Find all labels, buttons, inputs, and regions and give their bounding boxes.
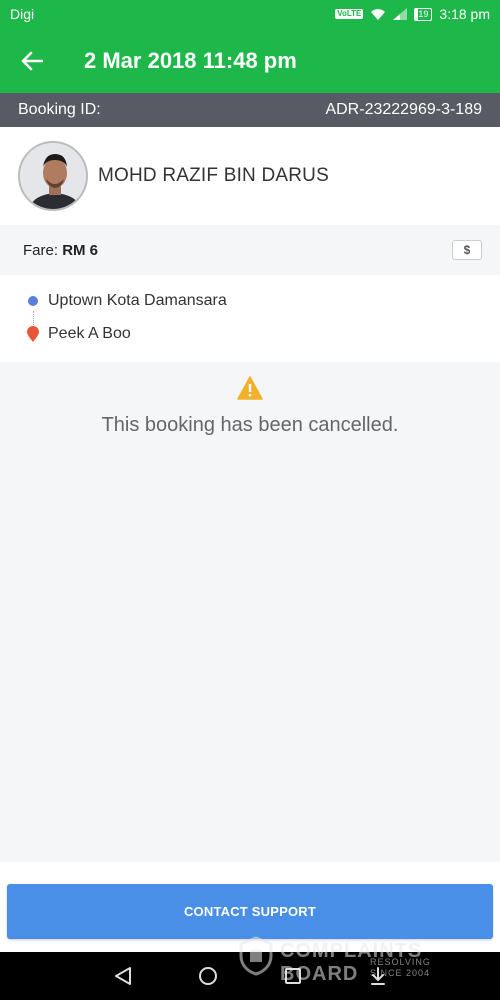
dollar-icon: $ — [463, 243, 471, 257]
pickup-marker — [0, 296, 48, 306]
battery-icon: 19 — [414, 7, 433, 21]
shield-logo-icon — [239, 936, 273, 976]
driver-avatar — [18, 141, 88, 211]
wifi-icon — [371, 8, 386, 20]
arrow-left-icon — [21, 51, 43, 70]
watermark-title: COMPLAINTS BOARD — [280, 940, 423, 985]
clock: 3:18 pm — [439, 6, 490, 22]
booking-id-label: Booking ID: — [18, 101, 101, 118]
nav-home-button[interactable] — [193, 961, 223, 991]
status-bar: Digi VoLTE 19 3:18 pm — [0, 0, 500, 28]
triangle-back-icon — [114, 967, 131, 985]
carrier-label: Digi — [10, 6, 35, 22]
nav-back-button[interactable] — [108, 961, 138, 991]
payment-method-button[interactable]: $ — [452, 240, 482, 260]
pickup-row: Uptown Kota Damansara — [0, 292, 227, 310]
volte-badge: VoLTE — [335, 9, 364, 19]
warning-icon — [237, 376, 263, 400]
watermark-tagline-line2: SINCE 2004 — [370, 968, 431, 978]
contact-support-button[interactable]: CONTACT SUPPORT — [7, 884, 493, 939]
fare-label: Fare: — [23, 241, 59, 259]
driver-name: MOHD RAZIF BIN DARUS — [98, 165, 329, 186]
watermark: COMPLAINTS BOARD RESOLVING SINCE 2004 — [238, 932, 458, 985]
dropoff-marker — [0, 326, 48, 342]
dropoff-location: Peek A Boo — [48, 325, 131, 342]
booking-id-strip: Booking ID: ADR-23222969-3-189 — [0, 93, 500, 127]
fare-row: Fare: RM 6 $ — [0, 225, 500, 275]
signal-icon — [393, 8, 408, 20]
driver-card: MOHD RAZIF BIN DARUS — [0, 127, 500, 225]
back-button[interactable] — [0, 28, 64, 93]
watermark-tagline-line1: RESOLVING — [370, 957, 431, 967]
app-bar: 2 Mar 2018 11:48 pm — [0, 28, 500, 93]
cancellation-message: This booking has been cancelled. — [101, 414, 399, 436]
dropoff-row: Peek A Boo — [0, 325, 131, 343]
fare-value: RM 6 — [62, 241, 99, 259]
page-title: 2 Mar 2018 11:48 pm — [84, 47, 297, 73]
pickup-location: Uptown Kota Damansara — [48, 292, 227, 309]
watermark-tagline: RESOLVING SINCE 2004 — [370, 957, 431, 979]
fare-info: Fare: RM 6 — [23, 242, 98, 259]
booking-id-value: ADR-23222969-3-189 — [325, 101, 482, 118]
route-card: Uptown Kota Damansara Peek A Boo — [0, 275, 500, 362]
cancellation-notice: This booking has been cancelled. — [0, 362, 500, 862]
driver-photo — [20, 143, 86, 209]
location-pin-icon — [27, 326, 39, 342]
battery-level: 19 — [418, 8, 429, 19]
status-icons: VoLTE 19 3:18 pm — [335, 6, 490, 22]
circle-home-icon — [198, 967, 217, 985]
pickup-dot-icon — [28, 296, 38, 306]
